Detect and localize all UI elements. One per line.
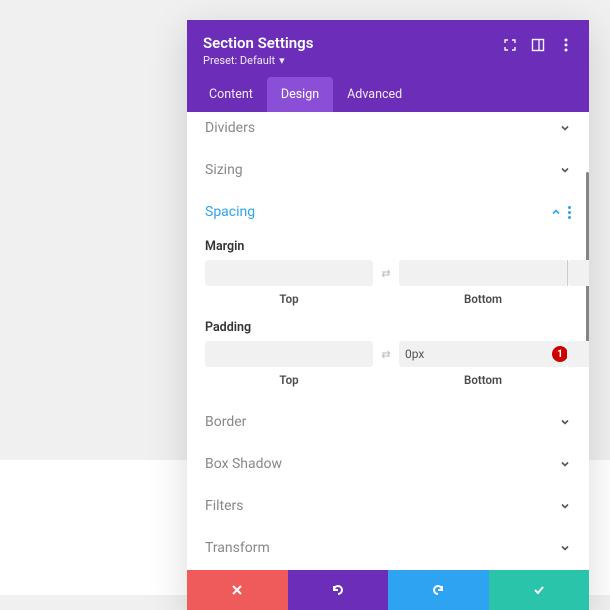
panel-layout-icon[interactable] [531, 38, 545, 52]
padding-top-input[interactable] [205, 341, 373, 367]
chevron-up-icon [550, 206, 562, 218]
panel-title: Section Settings [203, 34, 313, 52]
margin-left-input[interactable] [568, 260, 589, 286]
margin-inputs: ⇄ Top Bottom ⇄ [205, 260, 571, 306]
scrollbar-thumb[interactable] [586, 172, 589, 342]
expand-icon[interactable] [503, 38, 517, 52]
section-label: Border [205, 414, 246, 430]
chevron-down-icon [559, 122, 571, 134]
spacing-content: Margin ⇄ Top Bottom [187, 239, 589, 401]
section-filters[interactable]: Filters [187, 485, 589, 527]
chevron-down-icon [559, 416, 571, 428]
caret-down-icon: ▾ [279, 54, 285, 67]
section-more-icon[interactable] [568, 206, 571, 219]
padding-left-input[interactable] [567, 341, 589, 367]
tab-advanced[interactable]: Advanced [333, 77, 416, 112]
section-box-shadow[interactable]: Box Shadow [187, 443, 589, 485]
label-bottom: Bottom [399, 373, 567, 387]
label-left: Left [568, 292, 589, 306]
link-icon[interactable]: ⇄ [376, 348, 396, 361]
annotation-badge: 1 [552, 346, 568, 362]
redo-button[interactable] [388, 570, 489, 610]
preset-selector[interactable]: Preset: Default ▾ [203, 54, 313, 67]
section-label: Spacing [205, 204, 255, 220]
label-top: Top [205, 373, 373, 387]
label-top: Top [205, 292, 373, 306]
cancel-button[interactable] [187, 570, 288, 610]
section-label: Filters [205, 498, 244, 514]
tab-design[interactable]: Design [267, 77, 333, 112]
section-animation[interactable]: Animation [187, 569, 589, 570]
chevron-down-icon [559, 500, 571, 512]
margin-label: Margin [205, 239, 571, 254]
section-label: Sizing [205, 162, 243, 178]
margin-top-input[interactable] [205, 260, 373, 286]
padding-label: Padding [205, 320, 571, 335]
preset-label: Preset: Default [203, 54, 275, 67]
section-label: Box Shadow [205, 456, 282, 472]
label-left: Left [567, 373, 589, 387]
padding-bottom-input[interactable] [399, 341, 567, 367]
chevron-down-icon [559, 542, 571, 554]
undo-button[interactable] [288, 570, 389, 610]
link-icon[interactable]: ⇄ [376, 267, 396, 280]
settings-panel: Section Settings Preset: Default ▾ [187, 20, 589, 610]
more-icon[interactable] [559, 38, 573, 52]
section-sizing[interactable]: Sizing [187, 149, 589, 191]
tabs: Content Design Advanced [187, 77, 589, 112]
confirm-button[interactable] [489, 570, 590, 610]
panel-header: Section Settings Preset: Default ▾ [187, 20, 589, 77]
label-bottom: Bottom [399, 292, 567, 306]
section-dividers[interactable]: Dividers [187, 112, 589, 149]
section-border[interactable]: Border [187, 401, 589, 443]
chevron-down-icon [559, 458, 571, 470]
section-label: Transform [205, 540, 270, 556]
margin-bottom-input[interactable] [399, 260, 567, 286]
section-label: Dividers [205, 120, 255, 136]
section-spacing[interactable]: Spacing [187, 191, 589, 233]
panel-footer [187, 570, 589, 610]
padding-inputs: ⇄ 1 Top Bottom ⇄ [205, 341, 571, 387]
section-transform[interactable]: Transform [187, 527, 589, 569]
panel-body: Dividers Sizing Spacing Margin ⇄ [187, 112, 589, 570]
chevron-down-icon [559, 164, 571, 176]
tab-content[interactable]: Content [195, 77, 267, 112]
